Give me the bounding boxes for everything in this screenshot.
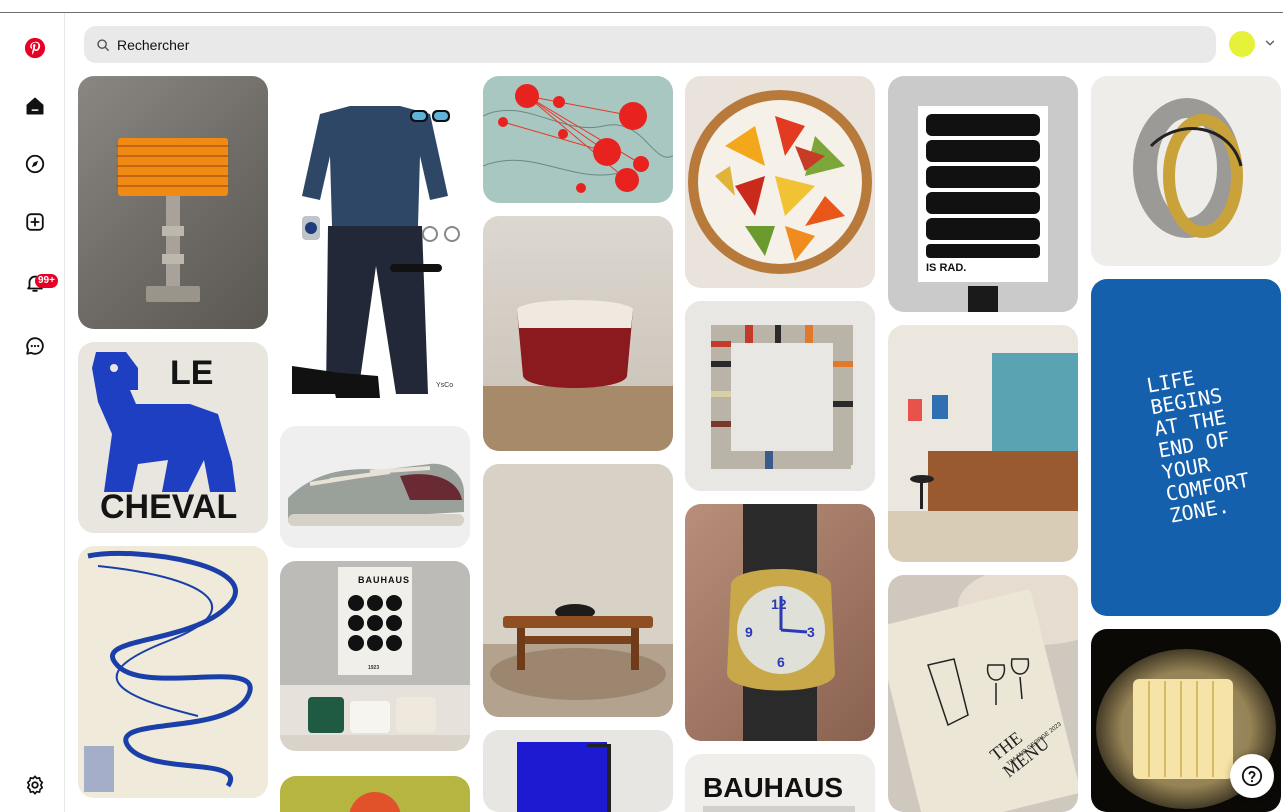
sidebar-nav: 99+ <box>0 13 65 812</box>
bedroom-image <box>280 567 470 751</box>
pin-bookshelf[interactable] <box>685 301 875 491</box>
tart-image <box>688 90 872 274</box>
pin-ceramic-cup[interactable] <box>483 216 673 451</box>
help-question-icon <box>1241 765 1263 787</box>
help-button[interactable] <box>1230 754 1274 798</box>
pin-ring[interactable] <box>1091 76 1281 266</box>
menu-image <box>888 575 1078 812</box>
pin-bauhaus-bedroom[interactable]: BAUHAUS 1923 <box>280 561 470 751</box>
is-rad-caption: IS RAD. <box>926 262 967 274</box>
pin-blue-shower[interactable] <box>483 730 673 812</box>
books-image <box>711 325 853 469</box>
explore-compass-icon[interactable] <box>18 147 52 181</box>
pin-sneakers[interactable] <box>280 426 470 548</box>
orange-image <box>349 792 401 812</box>
bauhaus-poster-title: BAUHAUS <box>358 575 410 585</box>
search-input[interactable]: Rechercher <box>117 37 189 53</box>
lamp-image <box>116 138 230 302</box>
le-cheval-line1: LE <box>170 354 214 392</box>
table-image <box>483 604 673 717</box>
le-cheval-line2: CHEVAL <box>100 488 238 526</box>
watch-numeral-9: 9 <box>745 624 753 640</box>
bauhaus-book-title: BAUHAUS <box>703 772 843 803</box>
watch-numeral-3: 3 <box>807 624 815 640</box>
shower-image <box>517 742 611 812</box>
sneakers-image <box>288 463 464 526</box>
poster-image <box>918 106 1048 312</box>
create-plus-icon[interactable] <box>18 205 52 239</box>
pin-is-rad-poster[interactable]: IS RAD. <box>888 76 1078 312</box>
header-fade <box>65 63 1283 77</box>
window-top-border <box>0 12 1283 13</box>
pin-lamp[interactable] <box>78 76 268 329</box>
pin-green-orange[interactable] <box>280 776 470 812</box>
search-bar[interactable]: Rechercher <box>84 26 1216 63</box>
outfit-signature: YsCo <box>436 382 454 389</box>
pin-kitchen[interactable] <box>888 325 1078 562</box>
kitchen-image <box>888 353 1078 562</box>
ring-image <box>1133 98 1243 238</box>
messages-chat-icon[interactable] <box>18 329 52 363</box>
pin-outfit[interactable]: YsCo <box>280 76 470 413</box>
map-image <box>483 84 673 193</box>
scribble-graphic <box>84 550 253 792</box>
outfit-image <box>292 106 460 398</box>
settings-gear-icon[interactable] <box>18 768 52 802</box>
pin-le-cheval[interactable]: LE CHEVAL <box>78 342 268 533</box>
cup-image <box>483 300 673 451</box>
pin-red-map[interactable] <box>483 76 673 203</box>
pin-feed-grid: LE CHEVAL YsCo BAUHAUS 1923 12 3 6 9 BAU… <box>65 76 1283 812</box>
pin-fruit-tart[interactable] <box>685 76 875 288</box>
pin-wood-table[interactable] <box>483 464 673 717</box>
notifications-count-badge: 99+ <box>35 274 58 288</box>
user-avatar[interactable] <box>1229 31 1255 57</box>
watch-image <box>727 504 835 741</box>
watch-numeral-12: 12 <box>771 596 787 612</box>
pin-bauhaus-book[interactable]: BAUHAUS <box>685 754 875 812</box>
home-icon[interactable] <box>18 89 52 123</box>
pin-life-quote[interactable]: LIFE BEGINS AT THE END OF YOUR COMFORT Z… <box>1091 279 1281 616</box>
pin-menu-card[interactable]: THE MENU TIM AND GEORGE 2023 <box>888 575 1078 812</box>
watch-numeral-6: 6 <box>777 654 785 670</box>
search-icon <box>97 38 109 51</box>
account-chevron-down-icon[interactable] <box>1263 36 1277 50</box>
pinterest-logo-icon[interactable] <box>18 31 52 65</box>
pin-blue-scribble-poster[interactable] <box>78 546 268 798</box>
pin-gold-watch[interactable]: 12 3 6 9 <box>685 504 875 741</box>
bauhaus-poster-year: 1923 <box>368 665 380 671</box>
